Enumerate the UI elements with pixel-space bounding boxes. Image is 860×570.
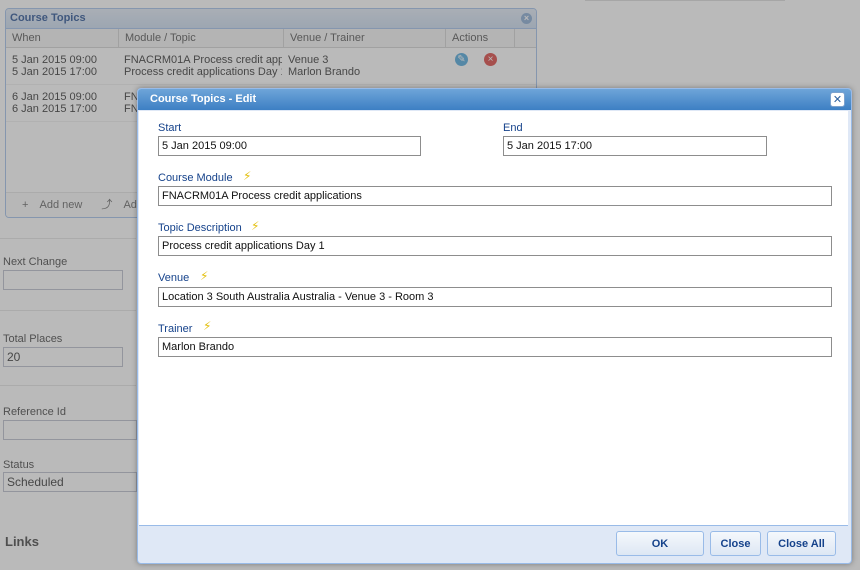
close-all-button[interactable]: Close All bbox=[767, 531, 836, 556]
course-module-label: Course Module bbox=[158, 172, 233, 184]
venue-input[interactable] bbox=[158, 287, 832, 307]
lightning-icon[interactable]: ⚡ bbox=[243, 169, 251, 183]
dialog-body: Start End Course Module ⚡ Topic Descript… bbox=[139, 111, 848, 526]
close-button[interactable]: Close bbox=[710, 531, 761, 556]
course-topics-edit-dialog: Course Topics - Edit ✕ Start End Course … bbox=[137, 88, 852, 564]
trainer-input[interactable] bbox=[158, 337, 832, 357]
dialog-title: Course Topics - Edit bbox=[150, 93, 257, 105]
start-label: Start bbox=[158, 122, 182, 134]
close-icon[interactable]: ✕ bbox=[830, 92, 845, 107]
venue-label: Venue bbox=[158, 272, 190, 284]
dialog-header[interactable]: Course Topics - Edit ✕ bbox=[138, 89, 851, 110]
start-input[interactable] bbox=[158, 136, 421, 156]
lightning-icon[interactable]: ⚡ bbox=[251, 219, 259, 233]
dialog-footer: OK Close Close All bbox=[139, 526, 848, 561]
lightning-icon[interactable]: ⚡ bbox=[200, 269, 208, 283]
ok-button[interactable]: OK bbox=[616, 531, 704, 556]
topic-description-label: Topic Description bbox=[158, 222, 242, 234]
course-module-input[interactable] bbox=[158, 186, 832, 206]
trainer-label: Trainer bbox=[158, 323, 193, 335]
end-label: End bbox=[503, 122, 523, 134]
end-input[interactable] bbox=[503, 136, 767, 156]
lightning-icon[interactable]: ⚡ bbox=[203, 319, 211, 333]
topic-description-input[interactable] bbox=[158, 236, 832, 256]
